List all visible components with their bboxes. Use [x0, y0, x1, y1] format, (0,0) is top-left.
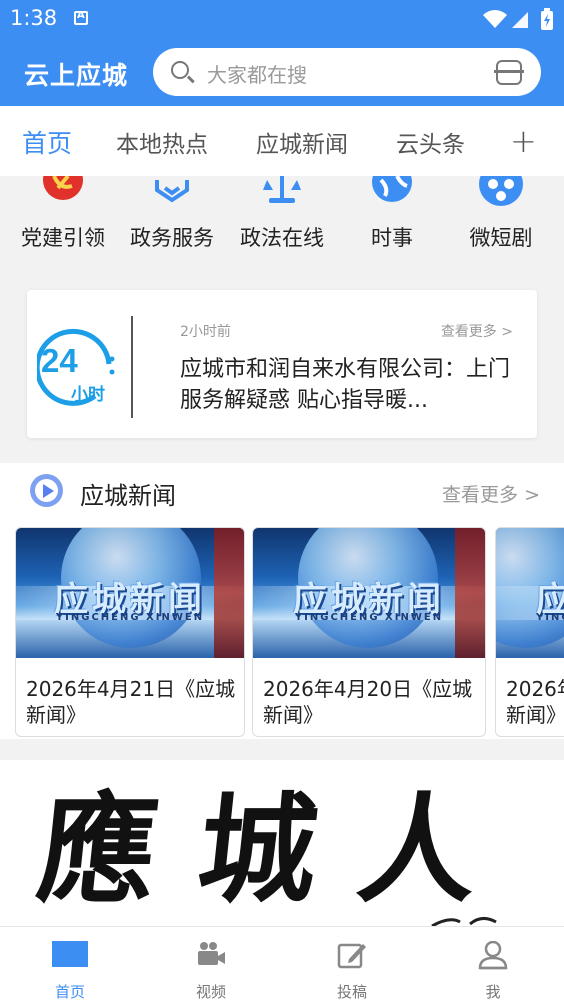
tab-local-hot[interactable]: 本地热点 — [116, 125, 208, 159]
quick-link-label: 政务服务 — [130, 226, 214, 250]
thumbnail-subtitle: YINGCHENG XINWEN — [294, 612, 444, 623]
calligraphy-text: 應城人 — [31, 780, 527, 919]
app-header: 1:38 云上应城 大家都在搜 — [0, 0, 564, 106]
home-icon — [52, 941, 88, 967]
video-title: 2026年4月21日《应城新闻》 — [26, 677, 236, 727]
nav-submit[interactable]: 投稿 — [302, 927, 402, 1004]
cell-signal-icon — [512, 12, 528, 28]
globe-icon — [367, 176, 417, 206]
notification-a-icon — [74, 10, 88, 25]
play-icon — [30, 474, 63, 507]
nav-label: 视频 — [195, 983, 226, 1001]
party-emblem-icon — [38, 176, 88, 206]
quick-link-government[interactable]: 政务服务 — [117, 176, 227, 252]
search-icon — [171, 61, 189, 79]
section-view-more-link[interactable]: 查看更多 > — [442, 480, 540, 507]
24h-logo-number: 24 — [41, 342, 78, 379]
quick-link-micro-drama[interactable]: 微短剧 — [446, 176, 556, 252]
quick-link-label: 党建引领 — [21, 226, 105, 250]
view-more-link[interactable]: 查看更多 > — [441, 321, 513, 341]
status-time: 1:38 — [10, 6, 58, 30]
quick-link-label: 微短剧 — [469, 226, 533, 250]
bottom-navigation: 首页 视频 投稿 我 — [0, 926, 564, 1004]
quick-link-current-affairs[interactable]: 时事 — [337, 176, 447, 252]
thumbnail-subtitle: YINGCHENG XINWEN — [55, 612, 205, 623]
news-time-ago: 2小时前 — [180, 324, 231, 340]
quick-links: 党建引领 政务服务 政法在线 时事 微短剧 — [0, 176, 564, 274]
video-title: 2026年4月20日《应城新闻》 — [263, 677, 473, 727]
video-thumbnail: 应城新闻 YINGCHENG XINWEN — [496, 528, 564, 658]
channel-tabs: 首页 本地热点 应城新闻 云头条 + — [0, 106, 564, 176]
24h-logo: 24 小时 — [37, 328, 117, 408]
nav-label: 首页 — [54, 983, 85, 1001]
search-placeholder: 大家都在搜 — [207, 63, 307, 87]
quick-link-label: 政法在线 — [240, 226, 324, 250]
wifi-icon — [483, 10, 507, 28]
24h-logo-text: 小时 — [71, 385, 105, 405]
hexagon-icon — [147, 176, 197, 206]
video-title: 2026年4月19日《应城新闻》 — [506, 677, 564, 727]
quick-link-label: 时事 — [371, 226, 413, 250]
video-thumbnail: 应城新闻 YINGCHENG XINWEN — [253, 528, 485, 658]
news-headline[interactable]: 应城市和润自来水有限公司：上门服务解疑惑 贴心指导暖... — [180, 354, 515, 416]
nav-label: 投稿 — [336, 983, 367, 1001]
tab-home[interactable]: 首页 — [22, 124, 72, 160]
app-title: 云上应城 — [24, 61, 129, 90]
nav-home[interactable]: 首页 — [20, 927, 120, 1004]
thumbnail-subtitle: YINGCHENG XINWEN — [536, 612, 564, 623]
search-bar[interactable]: 大家都在搜 — [153, 48, 541, 96]
nav-label: 我 — [485, 983, 501, 1001]
yingcheng-ren-banner[interactable]: 應城人 — [0, 760, 564, 930]
news-video-card[interactable]: 应城新闻 YINGCHENG XINWEN 2026年4月20日《应城新闻》 — [252, 527, 486, 737]
scan-icon[interactable] — [494, 60, 524, 85]
news-24h-card[interactable]: 24 小时 2小时前 查看更多 > 应城市和润自来水有限公司：上门服务解疑惑 贴… — [27, 290, 537, 438]
yingcheng-news-section: 应城新闻 查看更多 > 应城新闻 YINGCHENG XINWEN 2026年4… — [0, 463, 564, 739]
nav-me[interactable]: 我 — [443, 927, 543, 1004]
battery-icon — [541, 8, 553, 30]
edit-icon — [337, 943, 366, 969]
scales-icon — [257, 176, 307, 206]
card-divider — [131, 316, 133, 418]
video-camera-icon — [198, 942, 225, 965]
user-icon — [478, 941, 508, 970]
tab-cloud-headlines[interactable]: 云头条 — [396, 125, 465, 159]
quick-link-party[interactable]: 党建引领 — [8, 176, 118, 252]
add-tab-icon[interactable]: + — [510, 122, 537, 160]
nav-video[interactable]: 视频 — [161, 927, 261, 1004]
film-reel-icon — [476, 176, 526, 206]
quick-link-law[interactable]: 政法在线 — [227, 176, 337, 252]
news-video-card[interactable]: 应城新闻 YINGCHENG XINWEN 2026年4月19日《应城新闻》 — [495, 527, 564, 737]
video-thumbnail: 应城新闻 YINGCHENG XINWEN — [16, 528, 244, 658]
status-bar: 1:38 — [0, 0, 564, 38]
tab-yingcheng-news[interactable]: 应城新闻 — [256, 125, 348, 159]
news-video-card[interactable]: 应城新闻 YINGCHENG XINWEN 2026年4月21日《应城新闻》 — [15, 527, 245, 737]
section-title: 应城新闻 — [80, 482, 176, 510]
